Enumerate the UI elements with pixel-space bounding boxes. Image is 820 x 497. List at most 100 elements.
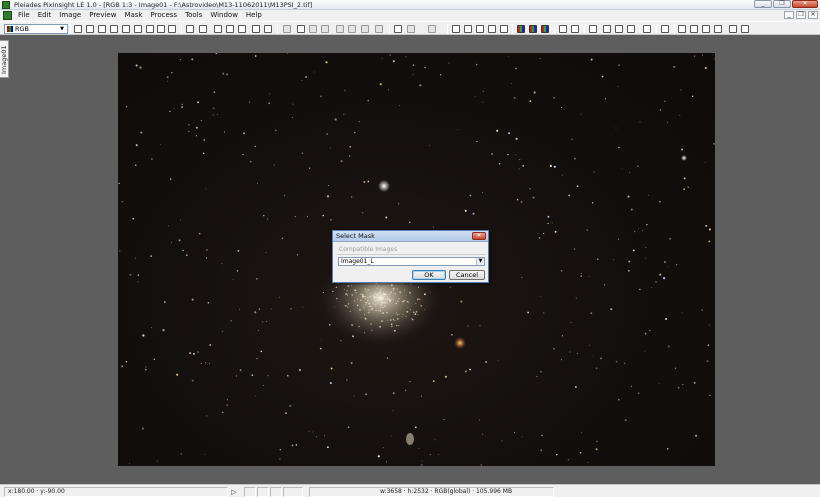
preview-close-icon[interactable] xyxy=(375,25,383,33)
star xyxy=(405,389,407,391)
crop-image-icon[interactable] xyxy=(476,25,484,33)
menu-mask[interactable]: Mask xyxy=(120,10,146,21)
pan-icon[interactable] xyxy=(98,25,106,33)
close-button[interactable]: ✕ xyxy=(792,0,818,8)
histogram-color-icon[interactable] xyxy=(517,25,525,33)
rotate-icon[interactable] xyxy=(488,25,496,33)
maximize-button[interactable]: ❐ xyxy=(773,0,791,8)
mask-show-icon[interactable] xyxy=(407,25,415,33)
preview-new-icon[interactable] xyxy=(283,25,291,33)
star xyxy=(129,463,130,464)
star xyxy=(522,164,525,167)
mask-icon[interactable] xyxy=(394,25,402,33)
document-icon[interactable] xyxy=(3,11,12,20)
menu-help[interactable]: Help xyxy=(242,10,266,21)
monitor-icon[interactable] xyxy=(741,25,749,33)
menu-window[interactable]: Window xyxy=(206,10,242,21)
zoom-1-1-icon[interactable] xyxy=(238,25,246,33)
fit-window-icon[interactable] xyxy=(264,25,272,33)
star xyxy=(243,132,246,135)
zoom-icon[interactable] xyxy=(157,25,165,33)
star-mask-icon[interactable] xyxy=(603,25,611,33)
crop-icon[interactable] xyxy=(134,25,142,33)
star xyxy=(521,436,523,438)
script-icon[interactable] xyxy=(643,25,651,33)
star xyxy=(135,64,138,67)
menu-preview[interactable]: Preview xyxy=(85,10,120,21)
geometry-icon[interactable] xyxy=(452,25,460,33)
dialog-close-button[interactable]: ✕ xyxy=(472,232,486,240)
history-icon[interactable] xyxy=(729,25,737,33)
ok-button[interactable]: OK xyxy=(412,270,446,280)
wavelets-icon[interactable] xyxy=(615,25,623,33)
star xyxy=(347,426,350,429)
frame-select-icon[interactable] xyxy=(199,25,207,33)
move-icon[interactable] xyxy=(110,25,118,33)
histogram-icon[interactable] xyxy=(559,25,567,33)
cancel-button[interactable]: Cancel xyxy=(449,270,485,280)
menu-edit[interactable]: Edit xyxy=(34,10,56,21)
zoom-in-icon[interactable] xyxy=(214,25,222,33)
menu-file[interactable]: File xyxy=(14,10,34,21)
preview-right-icon[interactable] xyxy=(348,25,356,33)
channel-color-icon[interactable] xyxy=(529,25,537,33)
undo-icon[interactable] xyxy=(297,25,305,33)
star xyxy=(663,261,666,264)
mask-invert-icon[interactable] xyxy=(428,25,436,33)
star xyxy=(574,386,577,388)
menu-process[interactable]: Process xyxy=(147,10,182,21)
star xyxy=(713,58,715,60)
readout-icon[interactable] xyxy=(146,25,154,33)
rgb-balance-icon[interactable] xyxy=(541,25,549,33)
doc-minimize-button[interactable]: _ xyxy=(784,11,794,19)
zoom-fit-icon[interactable] xyxy=(74,25,82,33)
star xyxy=(207,302,210,304)
star xyxy=(386,357,389,359)
menu-tools[interactable]: Tools xyxy=(181,10,206,21)
fit-view-icon[interactable] xyxy=(86,25,94,33)
star xyxy=(191,379,194,382)
deconvolution-icon[interactable] xyxy=(627,25,635,33)
color-mode-select[interactable]: RGB ▼ xyxy=(4,24,68,34)
star xyxy=(693,381,696,384)
mask-image-select[interactable]: Image01_L ▼ xyxy=(338,257,485,266)
star xyxy=(437,454,439,456)
minimize-button[interactable]: _ xyxy=(754,0,772,8)
menu-image[interactable]: Image xyxy=(55,10,85,21)
find-icon[interactable] xyxy=(168,25,176,33)
star xyxy=(618,146,620,149)
stretch-icon[interactable] xyxy=(571,25,579,33)
star xyxy=(604,98,607,100)
settings-icon[interactable] xyxy=(714,25,722,33)
star xyxy=(623,362,626,364)
star xyxy=(232,279,234,280)
statistics-icon[interactable] xyxy=(661,25,669,33)
preview-left-icon[interactable] xyxy=(336,25,344,33)
zoom-out-icon[interactable] xyxy=(226,25,234,33)
noise-icon[interactable] xyxy=(589,25,597,33)
star xyxy=(163,301,166,303)
crosshair-icon[interactable] xyxy=(122,25,130,33)
doc-close-button[interactable]: ✕ xyxy=(808,11,818,19)
star xyxy=(181,103,183,106)
star xyxy=(704,161,706,163)
star xyxy=(206,249,208,251)
curves-icon[interactable] xyxy=(500,25,508,33)
preview-restore-icon[interactable] xyxy=(321,25,329,33)
explorer-icon[interactable] xyxy=(702,25,710,33)
star xyxy=(118,182,120,184)
doc-restore-button[interactable]: ❐ xyxy=(796,11,806,19)
frame-icon[interactable] xyxy=(186,25,194,33)
star xyxy=(513,96,516,99)
resample-icon[interactable] xyxy=(464,25,472,33)
image-tab[interactable]: Image01 xyxy=(0,40,9,78)
preview-dot-icon[interactable] xyxy=(361,25,369,33)
console-icon[interactable] xyxy=(690,25,698,33)
fit-width-icon[interactable] xyxy=(252,25,260,33)
layout-icon[interactable] xyxy=(678,25,686,33)
star xyxy=(315,436,318,438)
play-icon[interactable]: ▷ xyxy=(229,487,239,497)
star xyxy=(693,55,696,57)
preview-store-icon[interactable] xyxy=(309,25,317,33)
star xyxy=(679,114,681,116)
